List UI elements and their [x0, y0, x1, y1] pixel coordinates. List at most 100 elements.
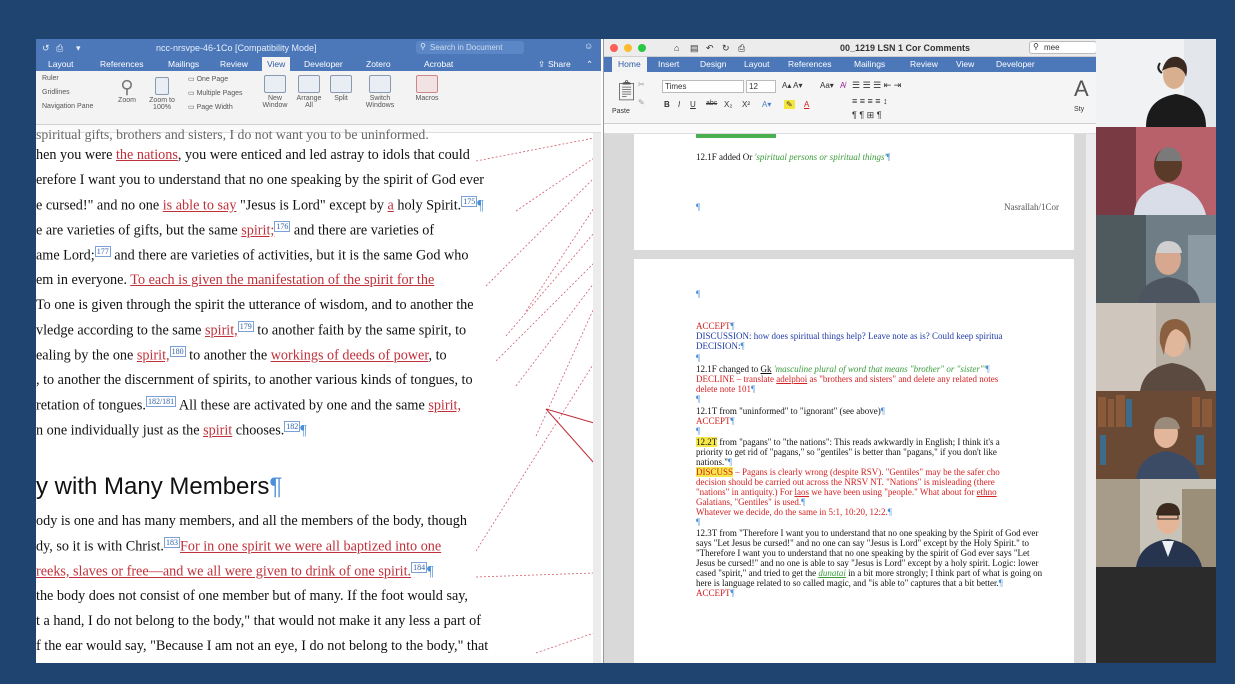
clipboard-icon[interactable]: 📋︎	[614, 78, 639, 103]
subscript-icon[interactable]: X₂	[724, 100, 732, 109]
zoom-100-button[interactable]: Zoom to 100%	[144, 77, 180, 111]
left-ribbon: Ruler Gridlines Navigation Pane ⚲ Zoom Z…	[36, 71, 601, 125]
video-tile-6[interactable]	[1096, 479, 1216, 567]
video-tile-1[interactable]	[1096, 39, 1216, 127]
search-input[interactable]: mee	[1029, 41, 1096, 54]
tab-layout[interactable]: Layout	[744, 59, 770, 69]
doc-line: ame Lord; 177 and there are varieties of …	[36, 246, 469, 264]
right-scrollbar[interactable]	[1086, 134, 1096, 663]
save-icon[interactable]: ▤	[690, 43, 699, 54]
tab-home[interactable]: Home	[612, 57, 647, 72]
italic-icon[interactable]: I	[678, 100, 680, 109]
grow-font-icon[interactable]: A▴ A▾	[782, 81, 802, 90]
navigation-pane-checkbox[interactable]: Navigation Pane	[42, 103, 93, 110]
left-scrollbar[interactable]	[593, 133, 601, 663]
print-icon[interactable]: ⎙	[56, 43, 63, 54]
doc-line: f the ear would say, "Because I am not a…	[36, 638, 489, 654]
align-icon[interactable]: ≡ ≡ ≡ ≡ ↕	[852, 96, 888, 106]
cut-icon[interactable]: ✂	[638, 80, 645, 89]
tab-layout[interactable]: Layout	[48, 59, 74, 69]
font-color-icon[interactable]: A	[804, 100, 809, 109]
tab-review[interactable]: Review	[910, 59, 938, 69]
tab-mailings[interactable]: Mailings	[168, 59, 199, 69]
print-icon[interactable]: ⎙	[738, 43, 745, 54]
empty-paragraph: ¶	[696, 353, 701, 363]
tab-review[interactable]: Review	[220, 59, 248, 69]
smiley-icon[interactable]: ☺	[584, 41, 593, 51]
share-button[interactable]: Share	[548, 59, 571, 69]
arrange-all-button[interactable]: Arrange All	[294, 75, 324, 109]
switch-windows-button[interactable]: Switch Windows	[362, 75, 398, 109]
split-button[interactable]: Split	[328, 75, 354, 102]
search-input[interactable]: Search in Document	[416, 41, 524, 54]
left-word-window: ↺ ⎙ ▾ ncc-nrsvpe-46-1Co [Compatibility M…	[36, 39, 601, 663]
one-page-button[interactable]: ▭ One Page	[188, 75, 228, 83]
doc-line: e are varieties of gifts, but the same s…	[36, 221, 435, 239]
tab-view[interactable]: View	[956, 59, 974, 69]
zoom-icon: ⚲	[120, 77, 134, 97]
tab-mailings[interactable]: Mailings	[854, 59, 885, 69]
ruler-checkbox[interactable]: Ruler	[42, 75, 59, 82]
maximize-icon[interactable]	[638, 44, 646, 52]
page-width-button[interactable]: ▭ Page Width	[188, 103, 233, 111]
minimize-icon[interactable]	[624, 44, 632, 52]
accept-label: ACCEPT¶	[696, 321, 735, 331]
right-document[interactable]: 12.1F added Or 'spiritual persons or spi…	[604, 134, 1096, 663]
change-case-icon[interactable]: Aa▾	[820, 81, 834, 90]
video-tile-3[interactable]	[1096, 215, 1216, 303]
participant-video	[1096, 127, 1216, 215]
video-tile-2[interactable]	[1096, 127, 1216, 215]
gridlines-checkbox[interactable]: Gridlines	[42, 89, 70, 96]
tab-insert[interactable]: Insert	[658, 59, 679, 69]
window-title: 00_1219 LSN 1 Cor Comments	[840, 43, 971, 53]
font-name-select[interactable]: Times	[662, 80, 744, 93]
redo-icon[interactable]: ↻	[722, 43, 730, 54]
doc-line: the body does not consist of one member …	[36, 588, 468, 604]
tab-references[interactable]: References	[100, 59, 143, 69]
doc-line: retation of tongues. 182/181 All these ar…	[36, 396, 462, 414]
highlight-icon[interactable]: ✎	[784, 100, 795, 109]
right-ruler[interactable]	[604, 124, 1096, 134]
format-painter-icon[interactable]: ✎	[638, 98, 645, 107]
strikethrough-icon[interactable]: abc	[706, 100, 717, 107]
zoom-button[interactable]: ⚲ Zoom	[114, 77, 140, 104]
video-panel-empty	[1096, 567, 1216, 663]
left-document[interactable]: spiritual gifts, brothers and sisters, I…	[36, 127, 601, 663]
close-icon[interactable]	[610, 44, 618, 52]
empty-paragraph: ¶	[696, 517, 701, 527]
bold-icon[interactable]: B	[664, 100, 670, 109]
font-size-select[interactable]: 12	[746, 80, 776, 93]
tab-acrobat[interactable]: Acrobat	[424, 59, 453, 69]
tab-developer[interactable]: Developer	[304, 59, 343, 69]
video-tile-4[interactable]	[1096, 303, 1216, 391]
video-tile-5[interactable]	[1096, 391, 1216, 479]
tab-view[interactable]: View	[262, 57, 291, 71]
tab-developer[interactable]: Developer	[996, 59, 1035, 69]
left-ribbon-tabs: Layout References Mailings Review View D…	[36, 57, 601, 71]
undo-icon[interactable]: ↺	[42, 43, 50, 54]
underline-icon[interactable]: U	[690, 100, 696, 109]
macros-button[interactable]: Macros	[412, 75, 442, 102]
styles-button[interactable]: Sty	[1074, 106, 1084, 113]
paragraph-icon[interactable]: ¶ ¶ ⊞ ¶	[852, 110, 882, 121]
collapse-ribbon-icon[interactable]: ⌃	[586, 59, 593, 70]
styles-icon[interactable]: A	[1074, 76, 1089, 102]
multiple-pages-button[interactable]: ▭ Multiple Pages	[188, 89, 242, 97]
tab-zotero[interactable]: Zotero	[366, 59, 391, 69]
clear-format-icon[interactable]: A̸	[840, 81, 845, 90]
tab-design[interactable]: Design	[700, 59, 726, 69]
comment-line: 12.3T from "Therefore I want you to unde…	[696, 528, 1039, 538]
home-icon[interactable]: ⌂	[674, 43, 679, 53]
superscript-icon[interactable]: X²	[742, 100, 750, 109]
paste-button[interactable]: Paste	[612, 108, 630, 115]
text-effects-icon[interactable]: A▾	[762, 100, 771, 109]
right-ribbon: 📋︎ Paste ✂ ✎ Times 12 A▴ A▾ Aa▾ A̸ B I U…	[604, 72, 1096, 124]
macros-icon	[416, 75, 438, 93]
new-window-button[interactable]: New Window	[260, 75, 290, 109]
tab-references[interactable]: References	[788, 59, 831, 69]
bullets-icon[interactable]: ☰ ☰ ☰ ⇤ ⇥	[852, 80, 901, 91]
customize-icon[interactable]: ▾	[76, 43, 81, 54]
undo-icon[interactable]: ↶	[706, 43, 714, 54]
arrange-icon	[298, 75, 320, 93]
doc-line: t a hand, I do not belong to the body," …	[36, 613, 481, 629]
